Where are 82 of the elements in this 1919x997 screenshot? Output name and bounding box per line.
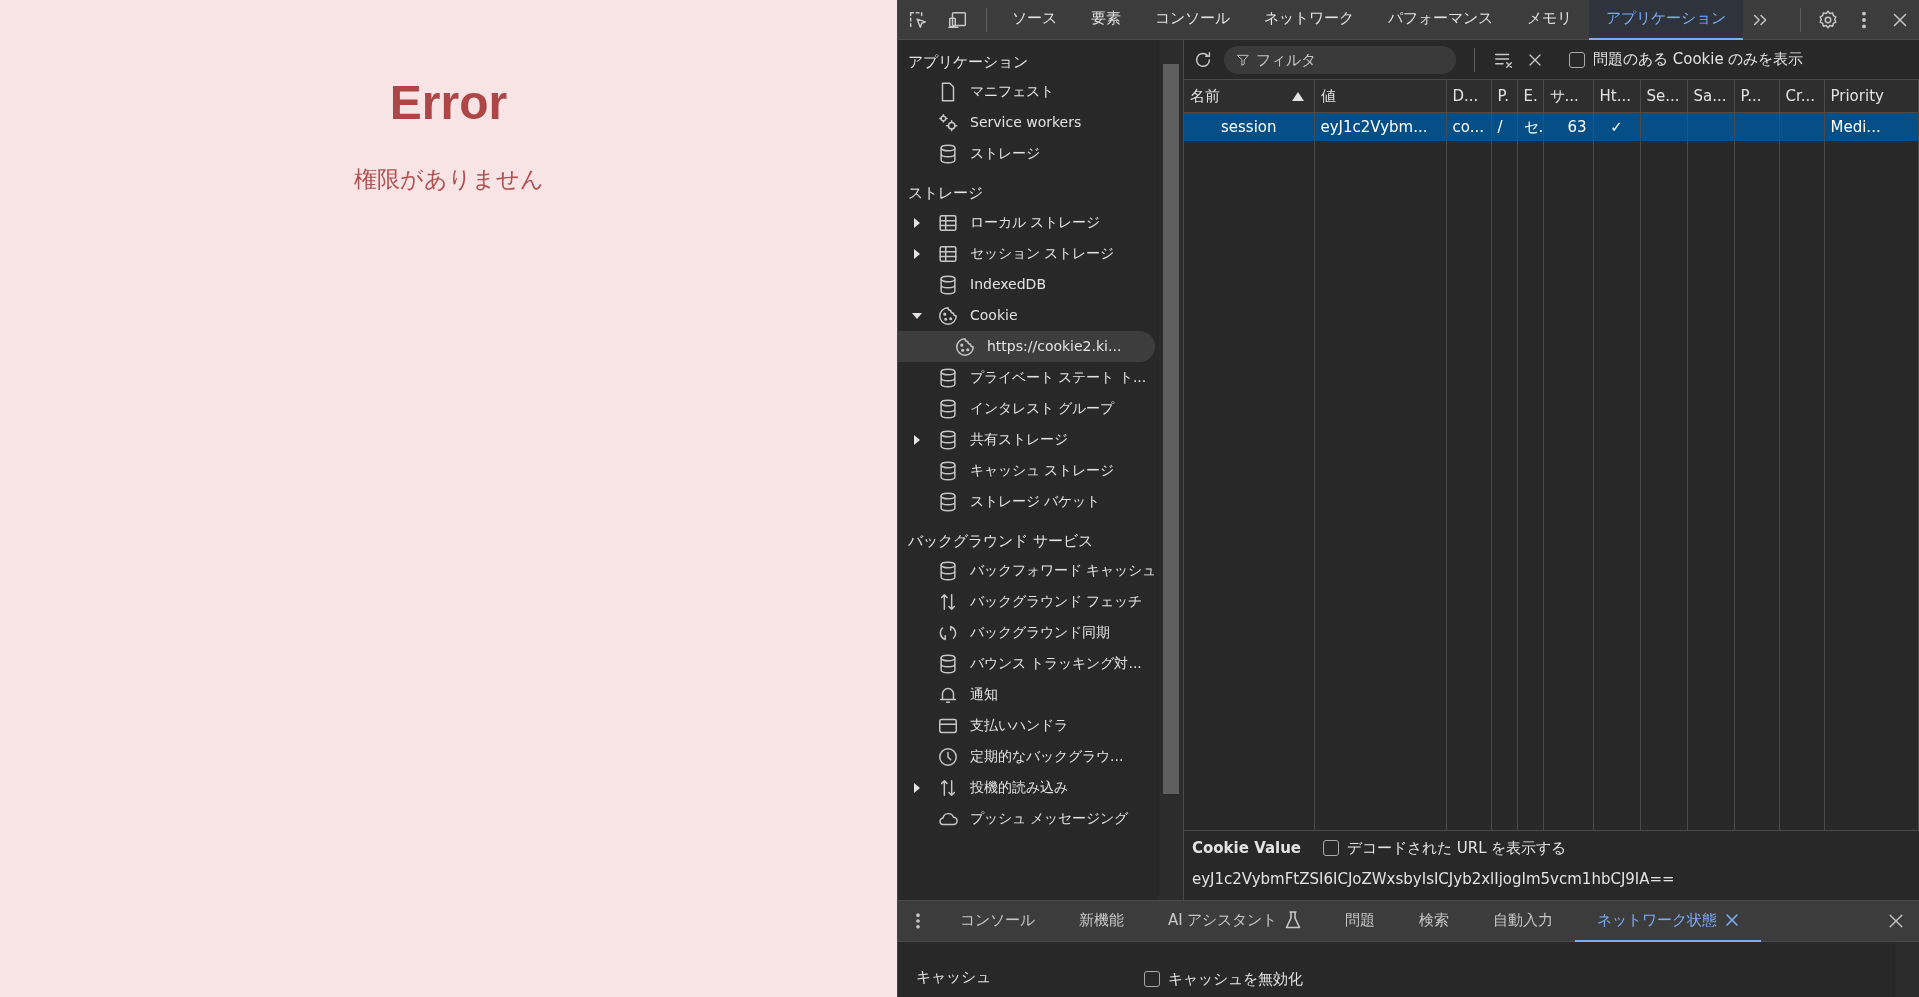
sidebar-item[interactable]: Service workers [898,107,1155,138]
close-icon[interactable] [1725,913,1740,927]
table-cell: session [1184,112,1314,141]
drawer-tab[interactable]: コンソール [938,900,1057,942]
expand-arrow-icon[interactable] [912,248,922,259]
expand-arrow-icon[interactable] [912,782,922,793]
sidebar-item[interactable]: ストレージ バケット [898,486,1155,517]
expand-arrow-icon[interactable] [912,434,922,445]
sidebar-item[interactable]: 投機的読み込み [898,772,1155,803]
panel-tab[interactable]: メモリ [1510,0,1589,40]
error-heading: Error [389,75,508,131]
checkbox-label: デコードされた URL を表示する [1347,838,1567,859]
column-header[interactable]: Ht... [1593,80,1640,112]
cookie-icon [936,304,960,327]
filter-field[interactable]: フィルタ [1224,45,1456,74]
expand-arrow-icon[interactable] [912,217,922,228]
drawer-tab[interactable]: 新機能 [1057,900,1146,942]
drawer-tab[interactable]: 問題 [1323,900,1398,942]
settings-icon[interactable] [1817,8,1839,31]
sidebar-item[interactable]: https://cookie2.ki... [898,331,1155,362]
sidebar-item[interactable]: 定期的なバックグラウ... [898,741,1155,772]
sidebar-item[interactable]: インタレスト グループ [898,393,1155,424]
sidebar-item[interactable]: プッシュ メッセージング [898,803,1155,834]
checkbox-label: キャッシュを無効化 [1168,969,1303,990]
checkbox-label: 問題のある Cookie のみを表示 [1593,49,1804,71]
column-header[interactable]: Se... [1640,80,1687,112]
panel-tab[interactable]: アプリケーション [1589,0,1743,40]
cookie-value: eyJ1c2VybmFtZSI6ICJoZWxsbyIsICJyb2xlIjogIm5vcm1hbCJ9IA== [1192,868,1675,890]
sidebar-item[interactable]: ローカル ストレージ [898,207,1155,238]
panel-title: Cookie Value [1192,838,1302,859]
panel-tab[interactable]: 要素 [1074,0,1138,40]
column-header[interactable]: Priority [1824,80,1919,112]
section-heading: アプリケーション [907,52,1029,73]
sidebar-item[interactable]: バウンス トラッキング対... [898,648,1155,679]
drawer-tab[interactable]: 自動入力 [1471,900,1576,942]
column-header[interactable]: サ... [1543,80,1593,112]
scrollbar[interactable] [1159,40,1183,900]
table-cell: Medi... [1824,112,1919,141]
checkbox[interactable] [1144,971,1160,988]
checkbox[interactable] [1569,51,1585,68]
panel-tab[interactable]: パフォーマンス [1371,0,1510,40]
checkbox[interactable] [1323,840,1340,857]
panel-tab[interactable]: コンソール [1138,0,1247,40]
cookie-icon [953,335,977,358]
sort-arrow-icon [1291,90,1304,101]
column-header[interactable]: D... [1446,80,1491,112]
column-header[interactable]: Cr... [1779,80,1824,112]
column-header[interactable]: 名前 [1184,80,1314,112]
sidebar-item[interactable]: ストレージ [898,138,1155,169]
panel-tab[interactable]: ソース [995,0,1074,40]
sidebar-item[interactable]: バックフォワード キャッシュ [898,555,1155,586]
sidebar-item[interactable]: プライベート ステート ト... [898,362,1155,393]
clock-icon [936,745,960,768]
section-heading: バックグラウンド サービス [907,531,1094,552]
sidebar-item[interactable]: IndexedDB [898,269,1155,300]
sidebar-item[interactable]: マニフェスト [898,76,1155,107]
filter-icon [1236,52,1250,67]
sidebar-item[interactable]: 通知 [898,679,1155,710]
expand-arrow-icon[interactable] [912,310,922,321]
flask-icon [1285,911,1302,929]
drawer-tab[interactable]: AI アシスタント [1146,900,1324,942]
error-message: 権限がありません [353,164,544,194]
panel-tab[interactable]: ネットワーク [1247,0,1371,40]
scrollbar[interactable] [1895,942,1919,997]
column-header[interactable]: P. [1491,80,1517,112]
sidebar-item[interactable]: Cookie [898,300,1155,331]
column-header[interactable]: P... [1734,80,1779,112]
section-label: キャッシュ [916,967,991,988]
sidebar-item[interactable]: バックグラウンド フェッチ [898,586,1155,617]
column-header[interactable]: 値 [1314,80,1446,112]
column-header[interactable]: Sa... [1687,80,1734,112]
gears-icon [936,111,960,134]
column-header[interactable]: E. [1517,80,1543,112]
sidebar-item[interactable]: 支払いハンドラ [898,710,1155,741]
sidebar-item[interactable]: 共有ストレージ [898,424,1155,455]
sidebar-item[interactable]: バックグラウンド同期 [898,617,1155,648]
section-heading: ストレージ [907,183,984,204]
table-cell: eyJ1c2Vybm... [1314,112,1446,141]
drawer-tab[interactable]: 検索 [1397,900,1472,942]
sidebar-item[interactable]: セッション ストレージ [898,238,1155,269]
sidebar-item[interactable]: キャッシュ ストレージ [898,455,1155,486]
drawer-tab[interactable]: ネットワーク状態 [1575,900,1762,942]
